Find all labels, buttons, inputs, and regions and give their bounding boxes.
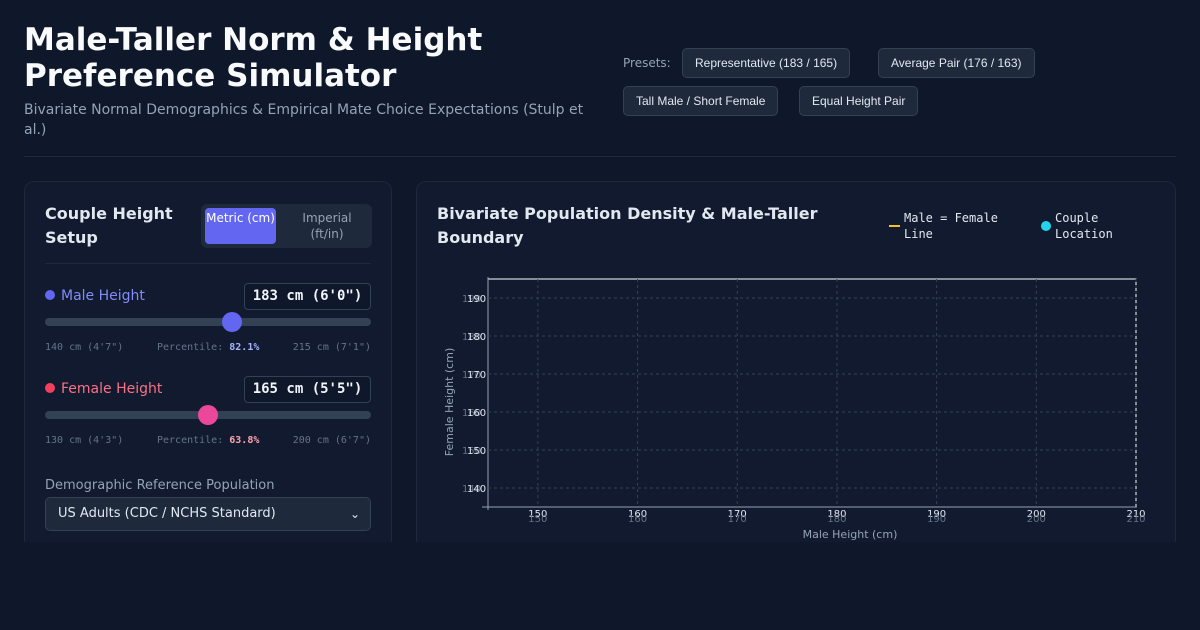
female-dot-icon bbox=[45, 383, 55, 393]
presets-label: Presets: bbox=[623, 56, 671, 70]
x-tick-label-shadow: 200 bbox=[1027, 514, 1046, 525]
page-title: Male-Taller Norm & Height Preference Sim… bbox=[24, 22, 483, 94]
unit-imperial-button[interactable]: Imperial (ft/in) bbox=[287, 208, 367, 244]
population-select-value: US Adults (CDC / NCHS Standard) bbox=[58, 506, 276, 521]
x-tick-label-shadow: 180 bbox=[827, 514, 846, 525]
preset-average-pair-button[interactable]: Average Pair (176 / 163) bbox=[878, 48, 1035, 78]
female-height-label: Female Height bbox=[45, 379, 162, 399]
y-tick-label: 170 bbox=[467, 370, 486, 381]
y-axis-label: Female Height (cm) bbox=[443, 348, 456, 456]
male-height-label-text: Male Height bbox=[61, 288, 145, 304]
female-height-slider[interactable] bbox=[45, 405, 371, 425]
male-percentile-label: Percentile: bbox=[157, 342, 224, 353]
female-height-label-text: Female Height bbox=[61, 381, 163, 397]
setup-panel-title: Couple Height Setup bbox=[45, 204, 173, 247]
x-tick-label-shadow: 210 bbox=[1126, 514, 1145, 525]
unit-metric-button[interactable]: Metric (cm) bbox=[205, 208, 276, 244]
male-range-row: 140 cm (4'7") Percentile: 82.1% 215 cm (… bbox=[45, 342, 371, 356]
preset-representative-button[interactable]: Representative (183 / 165) bbox=[682, 48, 851, 78]
x-tick-label-shadow: 160 bbox=[628, 514, 647, 525]
male-height-value: 183 cm (6'0") bbox=[244, 283, 371, 310]
female-percentile-label: Percentile: bbox=[157, 435, 224, 446]
female-percentile-value: 63.8% bbox=[229, 435, 260, 446]
plot-frame bbox=[487, 278, 1137, 508]
male-percentile-value: 82.1% bbox=[229, 342, 260, 353]
y-tick-label: 160 bbox=[467, 408, 486, 419]
male-height-slider[interactable] bbox=[45, 312, 371, 332]
page-cutoff bbox=[0, 542, 1200, 630]
male-max-label: 215 cm (7'1") bbox=[292, 342, 371, 353]
x-tick-label-shadow: 170 bbox=[728, 514, 747, 525]
female-percentile: Percentile: 63.8% bbox=[157, 435, 259, 446]
female-max-label: 200 cm (6'7") bbox=[292, 435, 371, 446]
male-height-slider-thumb[interactable] bbox=[221, 312, 242, 332]
preset-tall-male-short-female-button[interactable]: Tall Male / Short Female bbox=[623, 86, 779, 116]
population-select[interactable]: US Adults (CDC / NCHS Standard) ⌄ bbox=[45, 497, 371, 531]
y-tick-label: 190 bbox=[467, 294, 486, 305]
header-divider bbox=[24, 156, 1176, 157]
bivariate-density-chart[interactable]: 150150 160160 170170 180180 190190 200200 2102… bbox=[417, 182, 1175, 560]
female-height-slider-thumb[interactable] bbox=[198, 405, 218, 425]
y-tick-label: 140 bbox=[467, 484, 486, 495]
page-subtitle: Bivariate Normal Demographics & Empirica… bbox=[24, 102, 584, 138]
x-axis-label: Male Height (cm) bbox=[803, 528, 898, 541]
male-min-label: 140 cm (4'7") bbox=[45, 342, 124, 353]
setup-separator bbox=[45, 263, 371, 264]
x-tick-label-shadow: 190 bbox=[927, 514, 946, 525]
female-range-row: 130 cm (4'3") Percentile: 63.8% 200 cm (… bbox=[45, 435, 371, 449]
y-tick-label: 150 bbox=[467, 446, 486, 457]
unit-toggle: Metric (cm) Imperial (ft/in) bbox=[201, 204, 372, 248]
chart-panel: Bivariate Population Density & Male-Tall… bbox=[416, 181, 1176, 561]
couple-setup-panel: Couple Height Setup Metric (cm) Imperial… bbox=[24, 181, 392, 561]
y-tick-label: 180 bbox=[467, 332, 486, 343]
male-percentile: Percentile: 82.1% bbox=[157, 342, 259, 353]
male-dot-icon bbox=[45, 290, 55, 300]
preset-equal-height-button[interactable]: Equal Height Pair bbox=[799, 86, 919, 116]
x-tick-label-shadow: 150 bbox=[528, 514, 547, 525]
male-height-label: Male Height bbox=[45, 286, 145, 306]
female-min-label: 130 cm (4'3") bbox=[45, 435, 124, 446]
chevron-down-icon: ⌄ bbox=[349, 507, 360, 521]
population-label: Demographic Reference Population bbox=[45, 478, 275, 493]
female-height-value: 165 cm (5'5") bbox=[244, 376, 371, 403]
